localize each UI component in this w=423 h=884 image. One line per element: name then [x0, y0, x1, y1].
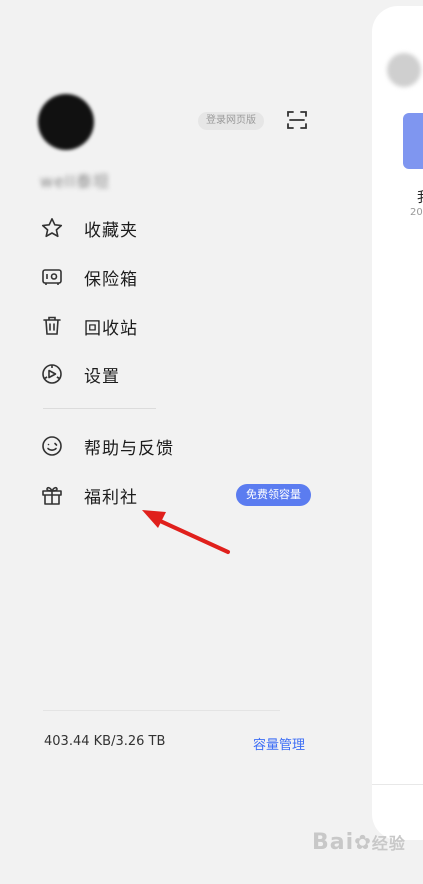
main-partial-date: 20 [410, 207, 423, 218]
menu-label-safe: 保险箱 [84, 269, 138, 290]
avatar[interactable] [38, 94, 94, 150]
main-partial-title: 我 [417, 187, 423, 207]
smile-icon [42, 436, 62, 456]
trash-icon [43, 316, 61, 335]
storage-divider [43, 710, 280, 711]
watermark-text: Bai [312, 830, 355, 855]
gift-icon [42, 486, 62, 505]
menu-label-recycle-bin: 回收站 [84, 318, 138, 339]
menu-item-recycle-bin[interactable]: 回收站 [40, 313, 138, 339]
menu-label-settings: 设置 [84, 366, 120, 387]
folder-icon[interactable] [403, 113, 423, 169]
paw-icon: ✿ [354, 830, 372, 854]
star-icon [41, 218, 63, 238]
annotation-arrow-icon [142, 510, 230, 554]
menu-item-safe[interactable]: 保险箱 [40, 264, 138, 290]
menu-label-favorites: 收藏夹 [84, 220, 138, 241]
username: well泰坦 [40, 172, 110, 191]
main-divider [372, 784, 423, 785]
free-space-badge[interactable]: 免费领容量 [236, 484, 311, 506]
web-login-button[interactable]: 登录网页版 [198, 112, 264, 130]
scan-icon[interactable] [285, 108, 309, 132]
menu-label-help-feedback: 帮助与反馈 [84, 438, 174, 459]
watermark: Bai✿经验 [312, 830, 416, 870]
main-avatar [387, 53, 421, 87]
manage-storage-link[interactable]: 容量管理 [253, 734, 305, 753]
menu-label-welfare: 福利社 [84, 487, 138, 508]
menu-item-settings[interactable]: 设置 [40, 361, 120, 387]
safe-icon [42, 269, 62, 285]
menu-item-favorites[interactable]: 收藏夹 [40, 215, 138, 241]
settings-icon [42, 364, 62, 384]
menu-divider [43, 408, 156, 409]
storage-usage: 403.44 KB/3.26 TB [44, 734, 166, 749]
menu-item-welfare[interactable]: 福利社 [40, 482, 138, 508]
menu-item-help-feedback[interactable]: 帮助与反馈 [40, 433, 174, 459]
watermark-text2: 经验 [371, 834, 406, 853]
